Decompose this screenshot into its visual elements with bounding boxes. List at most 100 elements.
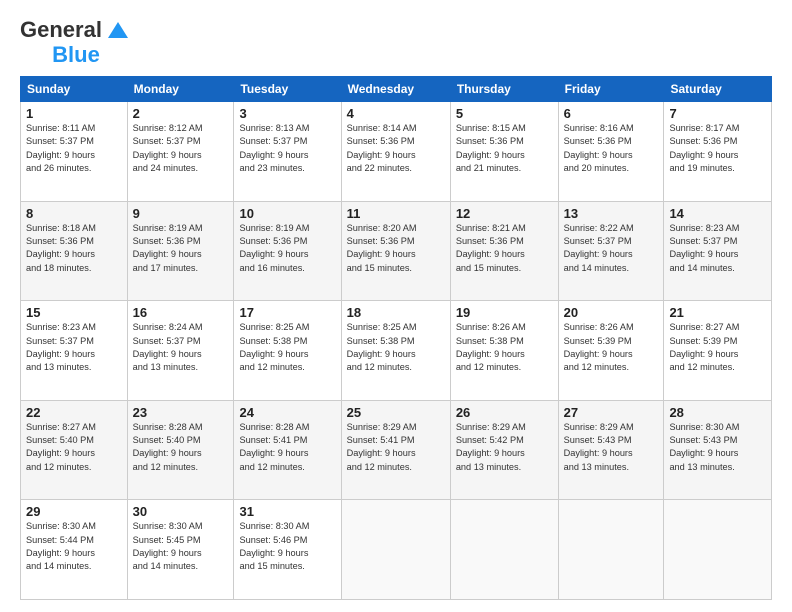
day-info: Sunrise: 8:19 AM Sunset: 5:36 PM Dayligh… bbox=[239, 222, 335, 275]
calendar-cell: 3 Sunrise: 8:13 AM Sunset: 5:37 PM Dayli… bbox=[234, 102, 341, 202]
day-info: Sunrise: 8:30 AM Sunset: 5:45 PM Dayligh… bbox=[133, 520, 229, 573]
day-info: Sunrise: 8:23 AM Sunset: 5:37 PM Dayligh… bbox=[669, 222, 766, 275]
day-number: 4 bbox=[347, 106, 445, 121]
day-number: 28 bbox=[669, 405, 766, 420]
week-row-3: 15 Sunrise: 8:23 AM Sunset: 5:37 PM Dayl… bbox=[21, 301, 772, 401]
day-info: Sunrise: 8:22 AM Sunset: 5:37 PM Dayligh… bbox=[564, 222, 659, 275]
logo-blue-text: Blue bbox=[52, 44, 100, 66]
calendar-cell: 24 Sunrise: 8:28 AM Sunset: 5:41 PM Dayl… bbox=[234, 400, 341, 500]
header-row: Sunday Monday Tuesday Wednesday Thursday… bbox=[21, 77, 772, 102]
calendar-cell: 26 Sunrise: 8:29 AM Sunset: 5:42 PM Dayl… bbox=[450, 400, 558, 500]
calendar-cell: 1 Sunrise: 8:11 AM Sunset: 5:37 PM Dayli… bbox=[21, 102, 128, 202]
calendar-cell bbox=[558, 500, 664, 600]
day-number: 16 bbox=[133, 305, 229, 320]
logo-icon bbox=[104, 16, 132, 44]
day-number: 12 bbox=[456, 206, 553, 221]
calendar-cell: 21 Sunrise: 8:27 AM Sunset: 5:39 PM Dayl… bbox=[664, 301, 772, 401]
day-number: 17 bbox=[239, 305, 335, 320]
calendar-cell: 4 Sunrise: 8:14 AM Sunset: 5:36 PM Dayli… bbox=[341, 102, 450, 202]
calendar-cell: 28 Sunrise: 8:30 AM Sunset: 5:43 PM Dayl… bbox=[664, 400, 772, 500]
calendar-cell: 20 Sunrise: 8:26 AM Sunset: 5:39 PM Dayl… bbox=[558, 301, 664, 401]
day-number: 10 bbox=[239, 206, 335, 221]
calendar-cell: 11 Sunrise: 8:20 AM Sunset: 5:36 PM Dayl… bbox=[341, 201, 450, 301]
day-info: Sunrise: 8:17 AM Sunset: 5:36 PM Dayligh… bbox=[669, 122, 766, 175]
calendar-cell: 15 Sunrise: 8:23 AM Sunset: 5:37 PM Dayl… bbox=[21, 301, 128, 401]
week-row-1: 1 Sunrise: 8:11 AM Sunset: 5:37 PM Dayli… bbox=[21, 102, 772, 202]
day-number: 30 bbox=[133, 504, 229, 519]
day-number: 2 bbox=[133, 106, 229, 121]
day-number: 3 bbox=[239, 106, 335, 121]
day-info: Sunrise: 8:26 AM Sunset: 5:39 PM Dayligh… bbox=[564, 321, 659, 374]
th-wednesday: Wednesday bbox=[341, 77, 450, 102]
day-info: Sunrise: 8:18 AM Sunset: 5:36 PM Dayligh… bbox=[26, 222, 122, 275]
logo: General Blue bbox=[20, 16, 132, 66]
day-info: Sunrise: 8:29 AM Sunset: 5:42 PM Dayligh… bbox=[456, 421, 553, 474]
day-number: 31 bbox=[239, 504, 335, 519]
day-number: 24 bbox=[239, 405, 335, 420]
th-friday: Friday bbox=[558, 77, 664, 102]
day-info: Sunrise: 8:15 AM Sunset: 5:36 PM Dayligh… bbox=[456, 122, 553, 175]
calendar-table: Sunday Monday Tuesday Wednesday Thursday… bbox=[20, 76, 772, 600]
day-info: Sunrise: 8:21 AM Sunset: 5:36 PM Dayligh… bbox=[456, 222, 553, 275]
calendar-cell: 31 Sunrise: 8:30 AM Sunset: 5:46 PM Dayl… bbox=[234, 500, 341, 600]
day-number: 13 bbox=[564, 206, 659, 221]
calendar-cell: 14 Sunrise: 8:23 AM Sunset: 5:37 PM Dayl… bbox=[664, 201, 772, 301]
calendar-cell: 23 Sunrise: 8:28 AM Sunset: 5:40 PM Dayl… bbox=[127, 400, 234, 500]
day-info: Sunrise: 8:20 AM Sunset: 5:36 PM Dayligh… bbox=[347, 222, 445, 275]
day-number: 15 bbox=[26, 305, 122, 320]
page: General Blue Sunday Monday Tuesday Wedne… bbox=[0, 0, 792, 612]
day-info: Sunrise: 8:30 AM Sunset: 5:44 PM Dayligh… bbox=[26, 520, 122, 573]
day-info: Sunrise: 8:13 AM Sunset: 5:37 PM Dayligh… bbox=[239, 122, 335, 175]
day-info: Sunrise: 8:26 AM Sunset: 5:38 PM Dayligh… bbox=[456, 321, 553, 374]
calendar-cell: 12 Sunrise: 8:21 AM Sunset: 5:36 PM Dayl… bbox=[450, 201, 558, 301]
calendar-cell: 17 Sunrise: 8:25 AM Sunset: 5:38 PM Dayl… bbox=[234, 301, 341, 401]
day-number: 22 bbox=[26, 405, 122, 420]
calendar-cell: 6 Sunrise: 8:16 AM Sunset: 5:36 PM Dayli… bbox=[558, 102, 664, 202]
calendar-cell: 2 Sunrise: 8:12 AM Sunset: 5:37 PM Dayli… bbox=[127, 102, 234, 202]
day-info: Sunrise: 8:19 AM Sunset: 5:36 PM Dayligh… bbox=[133, 222, 229, 275]
day-info: Sunrise: 8:27 AM Sunset: 5:39 PM Dayligh… bbox=[669, 321, 766, 374]
day-info: Sunrise: 8:12 AM Sunset: 5:37 PM Dayligh… bbox=[133, 122, 229, 175]
day-info: Sunrise: 8:30 AM Sunset: 5:46 PM Dayligh… bbox=[239, 520, 335, 573]
th-tuesday: Tuesday bbox=[234, 77, 341, 102]
day-number: 9 bbox=[133, 206, 229, 221]
week-row-5: 29 Sunrise: 8:30 AM Sunset: 5:44 PM Dayl… bbox=[21, 500, 772, 600]
calendar-cell: 19 Sunrise: 8:26 AM Sunset: 5:38 PM Dayl… bbox=[450, 301, 558, 401]
calendar-cell: 29 Sunrise: 8:30 AM Sunset: 5:44 PM Dayl… bbox=[21, 500, 128, 600]
calendar-cell: 10 Sunrise: 8:19 AM Sunset: 5:36 PM Dayl… bbox=[234, 201, 341, 301]
day-info: Sunrise: 8:25 AM Sunset: 5:38 PM Dayligh… bbox=[347, 321, 445, 374]
day-number: 14 bbox=[669, 206, 766, 221]
day-number: 7 bbox=[669, 106, 766, 121]
day-info: Sunrise: 8:28 AM Sunset: 5:40 PM Dayligh… bbox=[133, 421, 229, 474]
header: General Blue bbox=[20, 16, 772, 66]
day-info: Sunrise: 8:11 AM Sunset: 5:37 PM Dayligh… bbox=[26, 122, 122, 175]
day-number: 27 bbox=[564, 405, 659, 420]
day-number: 6 bbox=[564, 106, 659, 121]
th-thursday: Thursday bbox=[450, 77, 558, 102]
day-number: 1 bbox=[26, 106, 122, 121]
calendar-cell: 9 Sunrise: 8:19 AM Sunset: 5:36 PM Dayli… bbox=[127, 201, 234, 301]
week-row-2: 8 Sunrise: 8:18 AM Sunset: 5:36 PM Dayli… bbox=[21, 201, 772, 301]
day-number: 21 bbox=[669, 305, 766, 320]
calendar-cell: 30 Sunrise: 8:30 AM Sunset: 5:45 PM Dayl… bbox=[127, 500, 234, 600]
calendar-cell: 22 Sunrise: 8:27 AM Sunset: 5:40 PM Dayl… bbox=[21, 400, 128, 500]
day-number: 20 bbox=[564, 305, 659, 320]
calendar-cell: 13 Sunrise: 8:22 AM Sunset: 5:37 PM Dayl… bbox=[558, 201, 664, 301]
calendar-cell bbox=[341, 500, 450, 600]
logo-text: General bbox=[20, 19, 102, 41]
day-number: 19 bbox=[456, 305, 553, 320]
day-info: Sunrise: 8:24 AM Sunset: 5:37 PM Dayligh… bbox=[133, 321, 229, 374]
calendar-cell: 7 Sunrise: 8:17 AM Sunset: 5:36 PM Dayli… bbox=[664, 102, 772, 202]
th-saturday: Saturday bbox=[664, 77, 772, 102]
calendar-cell: 27 Sunrise: 8:29 AM Sunset: 5:43 PM Dayl… bbox=[558, 400, 664, 500]
day-number: 8 bbox=[26, 206, 122, 221]
calendar-cell: 16 Sunrise: 8:24 AM Sunset: 5:37 PM Dayl… bbox=[127, 301, 234, 401]
th-monday: Monday bbox=[127, 77, 234, 102]
week-row-4: 22 Sunrise: 8:27 AM Sunset: 5:40 PM Dayl… bbox=[21, 400, 772, 500]
calendar-cell: 18 Sunrise: 8:25 AM Sunset: 5:38 PM Dayl… bbox=[341, 301, 450, 401]
calendar-cell: 5 Sunrise: 8:15 AM Sunset: 5:36 PM Dayli… bbox=[450, 102, 558, 202]
day-number: 18 bbox=[347, 305, 445, 320]
day-number: 26 bbox=[456, 405, 553, 420]
calendar-cell bbox=[664, 500, 772, 600]
day-info: Sunrise: 8:30 AM Sunset: 5:43 PM Dayligh… bbox=[669, 421, 766, 474]
